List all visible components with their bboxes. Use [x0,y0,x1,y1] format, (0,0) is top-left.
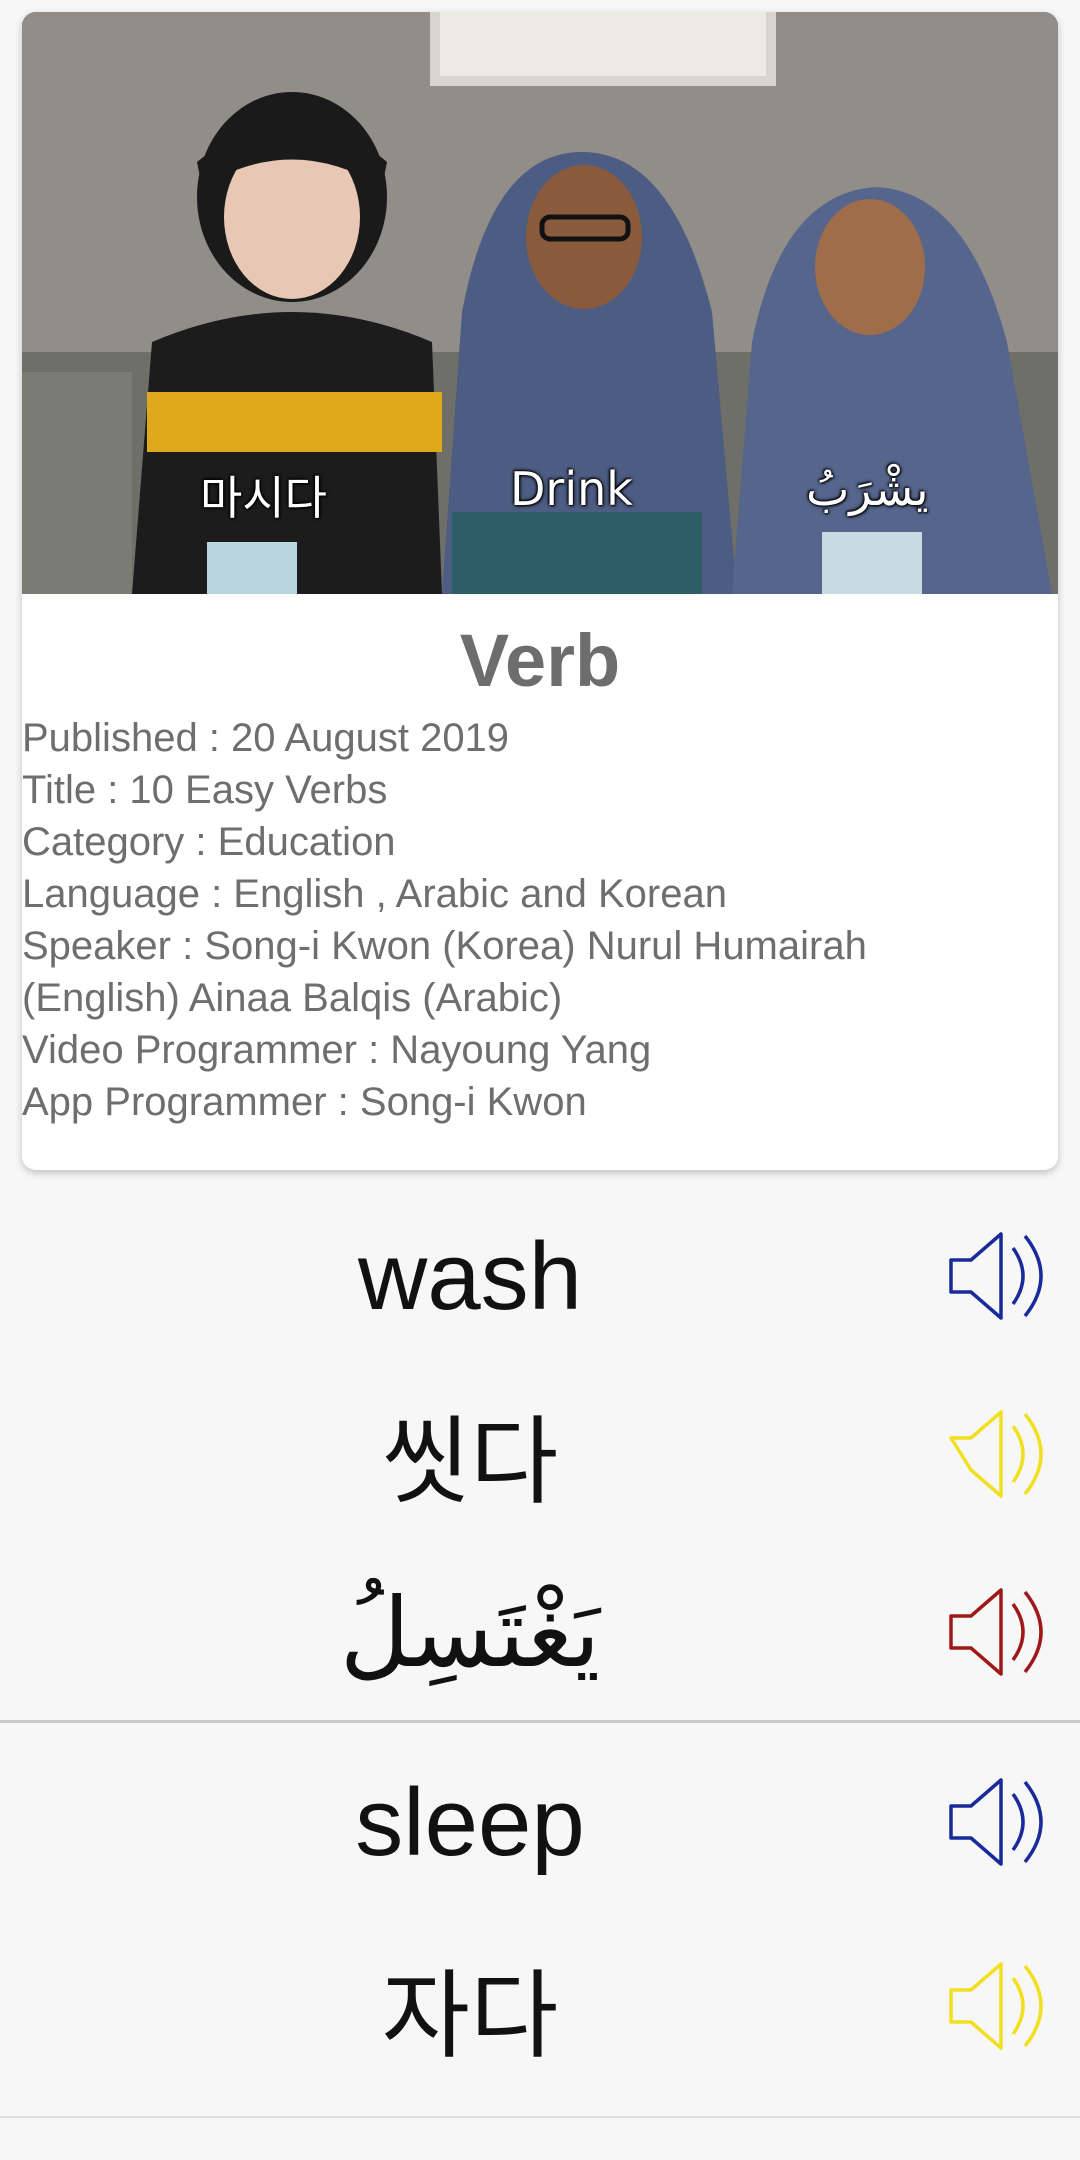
speaker-icon-shape [949,1962,1043,2050]
info-published: Published : 20 August 2019 [22,716,510,760]
speaker-icon-shape [949,1588,1043,1676]
speaker-icon[interactable] [945,1404,1057,1504]
word-row-wash: wash [0,1184,1080,1370]
word-row-yaghtasil: يَغْتَسِلُ [0,1540,1080,1726]
word-row-sleep: sleep [0,1730,1080,1916]
speaker-icon[interactable] [945,1226,1057,1326]
caption-korean: 마시다 [200,471,327,525]
speaker-icon-shape [949,1778,1043,1866]
info-speaker: Speaker : Song-i Kwon (Korea) Nurul Huma… [22,924,867,968]
card-title: Verb [459,619,621,702]
info-language: Language : English , Arabic and Korean [22,872,727,916]
word-text: 씻다 [381,1408,559,1516]
word-row-ssitda: 씻다 [0,1360,1080,1546]
info-video-programmer: Video Programmer : Nayoung Yang [22,1028,652,1072]
section-divider [0,1720,1080,1723]
word-text: يَغْتَسِلُ [339,1577,601,1689]
speaker-icon[interactable] [945,1956,1057,2056]
section-divider [0,2116,1080,2118]
caption-english: Drink [510,462,633,516]
caption-arabic: يشْرَبُ [806,462,929,516]
info-category: Category : Education [22,820,396,864]
word-text: wash [357,1223,583,1330]
video-card[interactable]: 마시다 Drink يشْرَبُ Verb Published : 20 Au… [22,12,1058,1170]
video-thumbnail[interactable]: 마시다 Drink يشْرَبُ [22,12,1058,594]
word-row-jada: 자다 [0,1914,1080,2100]
info-app-programmer: App Programmer : Song-i Kwon [22,1080,587,1124]
speaker-icon[interactable] [945,1772,1057,1872]
word-text: 자다 [381,1962,559,2070]
speaker-icon-shape [949,1410,1043,1498]
info-speaker-continued: (English) Ainaa Balqis (Arabic) [22,976,563,1020]
speaker-icon-shape [949,1232,1043,1320]
speaker-icon[interactable] [945,1582,1057,1682]
video-info: Published : 20 August 2019 Title : 10 Ea… [22,712,1052,1128]
info-title: Title : 10 Easy Verbs [22,768,388,812]
word-text: sleep [355,1769,585,1876]
